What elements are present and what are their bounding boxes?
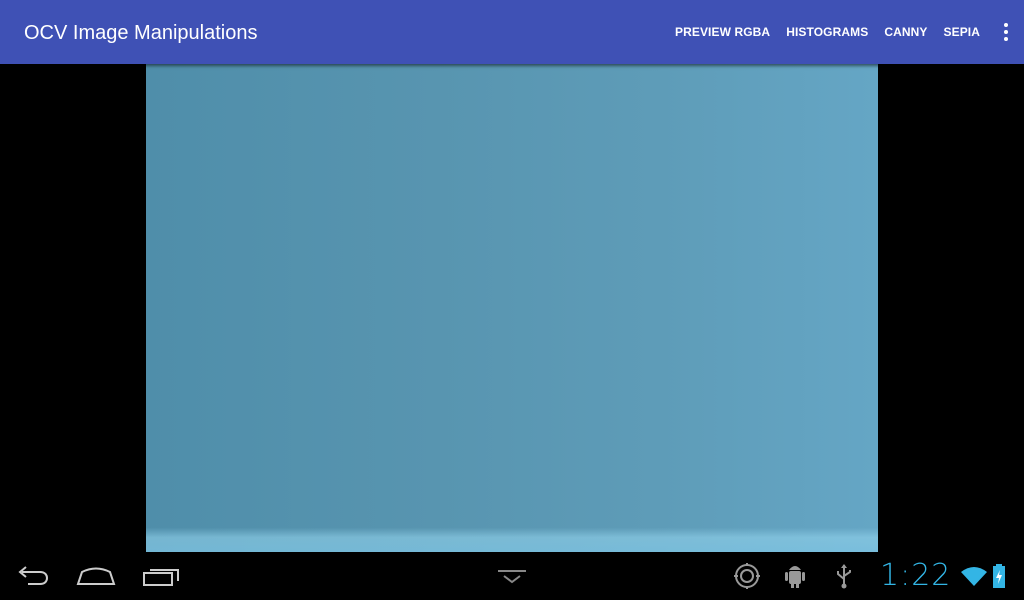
action-canny[interactable]: CANNY: [884, 25, 927, 39]
app-title: OCV Image Manipulations: [24, 22, 258, 44]
back-icon[interactable]: [12, 552, 52, 600]
action-preview-rgba[interactable]: PREVIEW RGBA: [675, 25, 770, 39]
android-debug-icon: [784, 552, 806, 600]
wifi-icon: [960, 552, 988, 600]
hide-keyboard-icon[interactable]: [494, 552, 530, 600]
app-bar: OCV Image Manipulations PREVIEW RGBA HIS…: [0, 0, 1024, 64]
action-bar-menu: PREVIEW RGBA HISTOGRAMS CANNY SEPIA: [659, 0, 980, 64]
usb-icon: [834, 552, 854, 600]
screenshot-icon: [732, 552, 762, 600]
camera-preview: [146, 64, 878, 552]
clock: 1:22: [880, 558, 952, 593]
battery-charging-icon: [992, 552, 1006, 600]
action-histograms[interactable]: HISTOGRAMS: [786, 25, 868, 39]
home-icon[interactable]: [76, 552, 116, 600]
action-sepia[interactable]: SEPIA: [943, 25, 980, 39]
system-nav-bar: 1:22: [0, 552, 1024, 600]
more-vert-icon[interactable]: [1000, 20, 1012, 44]
recent-apps-icon[interactable]: [142, 552, 182, 600]
